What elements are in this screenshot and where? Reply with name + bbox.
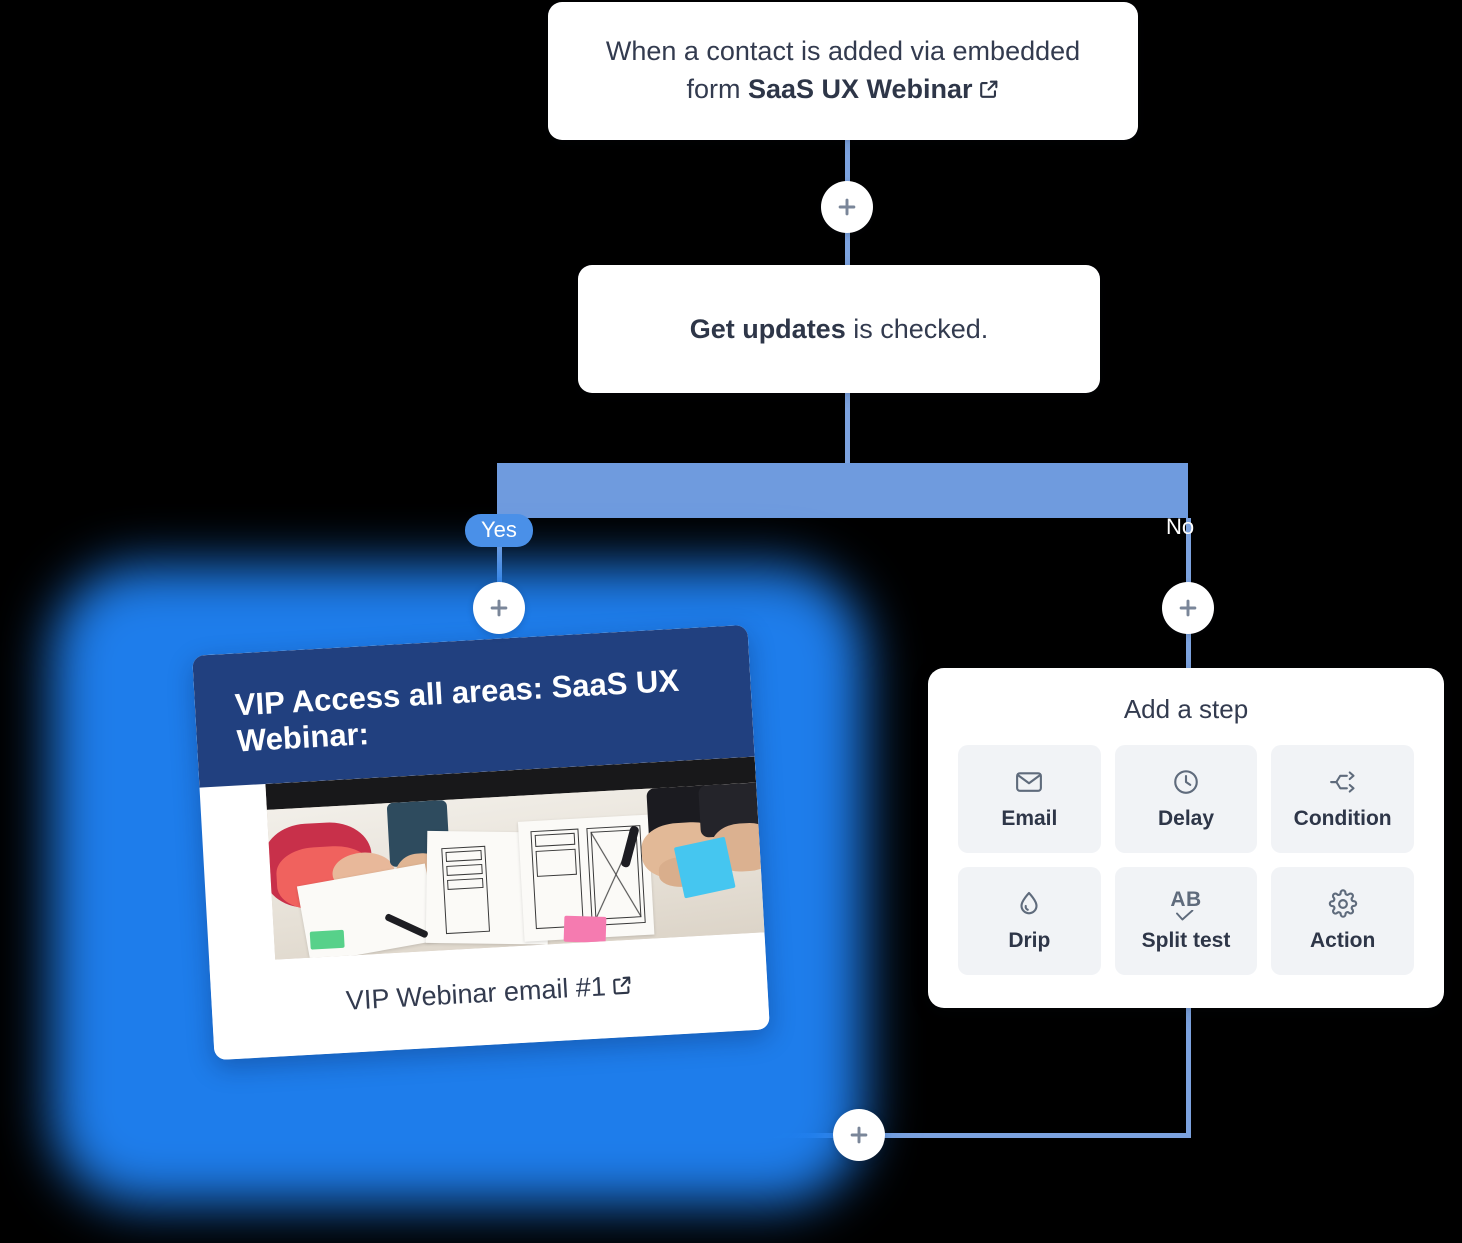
branch-label-no: No — [1166, 514, 1195, 539]
trigger-text-bold: SaaS UX Webinar — [747, 74, 973, 104]
condition-card[interactable]: Get updates is checked. — [578, 265, 1100, 393]
branch-label-yes: Yes — [465, 514, 533, 547]
branch-shuffle-icon — [1329, 771, 1355, 793]
add-step-options-grid: Email Delay Condition Drip AB Split test — [958, 745, 1414, 975]
add-step-option-label: Action — [1310, 929, 1376, 952]
add-step-option-label: Delay — [1157, 807, 1215, 830]
add-step-option-drip[interactable]: Drip — [958, 867, 1101, 975]
trigger-card-text: When a contact is added via embedded for… — [548, 32, 1138, 111]
automation-flow-canvas: When a contact is added via embedded for… — [0, 0, 1462, 1243]
add-step-option-label: Email — [1001, 807, 1058, 830]
plus-icon — [490, 599, 508, 617]
condition-text-bold: Get updates — [689, 313, 846, 344]
plus-icon — [850, 1126, 868, 1144]
add-step-option-split-test[interactable]: AB Split test — [1114, 867, 1258, 975]
connector-condition-to-branch — [845, 392, 850, 464]
add-step-panel-title: Add a step — [1123, 694, 1249, 724]
add-step-option-condition[interactable]: Condition — [1271, 745, 1414, 853]
email-step-card[interactable]: VIP Access all areas: SaaS UX Webinar: V… — [192, 624, 770, 1061]
trigger-card[interactable]: When a contact is added via embedded for… — [548, 2, 1138, 140]
external-link-icon[interactable] — [978, 72, 1000, 110]
connector-plus-to-condition — [845, 232, 850, 268]
add-step-panel: Add a step Email Delay Condition Drip AB… — [928, 668, 1444, 1008]
add-step-option-label: Condition — [1293, 807, 1392, 830]
condition-text-suffix: is checked. — [845, 313, 989, 344]
add-step-button-yes[interactable] — [473, 582, 525, 634]
email-step-image — [265, 756, 765, 960]
add-step-button-top[interactable] — [821, 181, 873, 233]
email-step-footer-label: VIP Webinar email #1 — [345, 971, 607, 1016]
add-step-option-label: Drip — [1008, 929, 1051, 952]
gear-icon — [1328, 889, 1357, 918]
add-step-option-label: Split test — [1141, 929, 1231, 952]
plus-icon — [1179, 599, 1197, 617]
add-step-option-action[interactable]: Action — [1271, 867, 1414, 975]
add-step-button-merge[interactable] — [833, 1109, 885, 1161]
condition-card-text: Get updates is checked. — [644, 310, 1035, 348]
clock-icon — [1174, 770, 1198, 794]
plus-icon — [838, 198, 856, 216]
droplet-icon — [1020, 891, 1038, 915]
branch-split-bar — [497, 463, 1188, 518]
connector-panel-to-merge — [1186, 1008, 1191, 1138]
external-link-icon[interactable] — [610, 972, 634, 1004]
add-step-button-no[interactable] — [1162, 582, 1214, 634]
envelope-icon — [1016, 772, 1043, 792]
add-step-option-delay[interactable]: Delay — [1114, 745, 1258, 853]
ab-check-icon: AB — [1170, 889, 1201, 923]
connector-merge-right — [855, 1133, 1191, 1138]
add-step-option-email[interactable]: Email — [958, 745, 1101, 853]
